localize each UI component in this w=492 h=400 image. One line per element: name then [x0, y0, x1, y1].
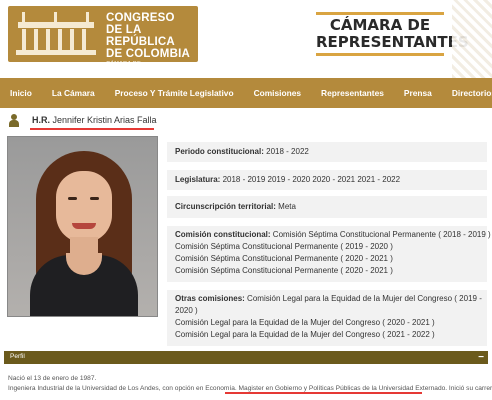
education-highlight-underline: [225, 392, 422, 394]
representative-name: H.R. Jennifer Kristin Arias Falla: [32, 115, 157, 125]
name-highlight-underline: [30, 128, 154, 130]
logo-line-1: CONGRESO: [106, 12, 175, 24]
logo-line-2: DE LA REPÚBLICA: [106, 24, 175, 49]
congreso-logo[interactable]: CONGRESO DE LA REPÚBLICA DE COLOMBIA CÁM…: [8, 6, 198, 73]
logo-text: CONGRESO DE LA REPÚBLICA DE COLOMBIA CÁM…: [106, 12, 198, 74]
comision-label: Comisión constitucional:: [175, 230, 271, 239]
representative-photo: [7, 136, 158, 317]
representative-name-row: H.R. Jennifer Kristin Arias Falla: [0, 108, 492, 132]
legislatura-label: Legislatura:: [175, 175, 221, 184]
nav-item-directorios[interactable]: Directorios: [442, 78, 492, 108]
legislatura-box: Legislatura: 2018 - 2019 2019 - 2020 202…: [167, 170, 487, 190]
perfil-label: Perfil: [10, 353, 25, 360]
perfil-section-header[interactable]: Perfil −: [4, 351, 488, 364]
site-header: CONGRESO DE LA REPÚBLICA DE COLOMBIA CÁM…: [0, 0, 492, 78]
camara-top-rule: [316, 12, 444, 15]
nav-item-la-camara[interactable]: La Cámara: [42, 78, 105, 108]
nav-item-prensa[interactable]: Prensa: [394, 78, 442, 108]
collapse-toggle-icon[interactable]: −: [478, 351, 484, 364]
otras-line: Comisión Legal para la Equidad de la Muj…: [175, 318, 435, 327]
periodo-box: Periodo constitucional: 2018 - 2022: [167, 142, 487, 162]
otras-comisiones-box: Otras comisiones: Comisión Legal para la…: [167, 290, 487, 346]
camara-title: CÁMARA DE REPRESENTANTES: [316, 12, 469, 56]
full-name: Jennifer Kristin Arias Falla: [52, 115, 157, 125]
camara-title-line1: CÁMARA DE: [329, 16, 431, 34]
otras-line: Comisión Legal para la Equidad de la Muj…: [175, 330, 435, 339]
logo-line-4: CÁMARA DE REPRESENTANTES: [106, 61, 162, 74]
otras-line: Comisión Legal para la Equidad de la Muj…: [247, 294, 482, 303]
capitol-building-icon: [14, 12, 98, 56]
comision-line: Comisión Séptima Constitucional Permanen…: [175, 242, 393, 251]
person-icon: [9, 114, 19, 127]
perfil-birth: Nació el 13 de enero de 1987.: [8, 375, 97, 382]
camara-bottom-rule: [316, 53, 444, 56]
periodo-value: 2018 - 2022: [266, 147, 309, 156]
camara-title-line2: REPRESENTANTES: [316, 33, 469, 51]
nav-item-inicio[interactable]: Inicio: [0, 78, 42, 108]
legislatura-value: 2018 - 2019 2019 - 2020 2020 - 2021 2021…: [222, 175, 401, 184]
circunscripcion-value: Meta: [278, 202, 296, 211]
comision-line: Comisión Séptima Constitucional Permanen…: [175, 254, 393, 263]
comision-constitucional-box: Comisión constitucional: Comisión Séptim…: [167, 226, 491, 282]
circunscripcion-label: Circunscripción territorial:: [175, 202, 276, 211]
decorative-pattern: [452, 0, 492, 78]
periodo-label: Periodo constitucional:: [175, 147, 264, 156]
comision-line: Comisión Séptima Constitucional Permanen…: [175, 266, 393, 275]
comision-line: Comisión Séptima Constitucional Permanen…: [272, 230, 491, 239]
main-nav: Inicio La Cámara Proceso Y Trámite Legis…: [0, 78, 492, 108]
otras-label: Otras comisiones:: [175, 294, 245, 303]
nav-item-proceso[interactable]: Proceso Y Trámite Legislativo: [105, 78, 244, 108]
otras-line: 2020 ): [175, 306, 198, 315]
logo-line-3: DE COLOMBIA: [106, 48, 190, 61]
circunscripcion-box: Circunscripción territorial: Meta: [167, 196, 487, 218]
perfil-content: Nació el 13 de enero de 1987. Ingeniera …: [8, 374, 492, 394]
nav-item-representantes[interactable]: Representantes: [311, 78, 394, 108]
nav-item-comisiones[interactable]: Comisiones: [244, 78, 311, 108]
honorific: H.R.: [32, 115, 50, 125]
